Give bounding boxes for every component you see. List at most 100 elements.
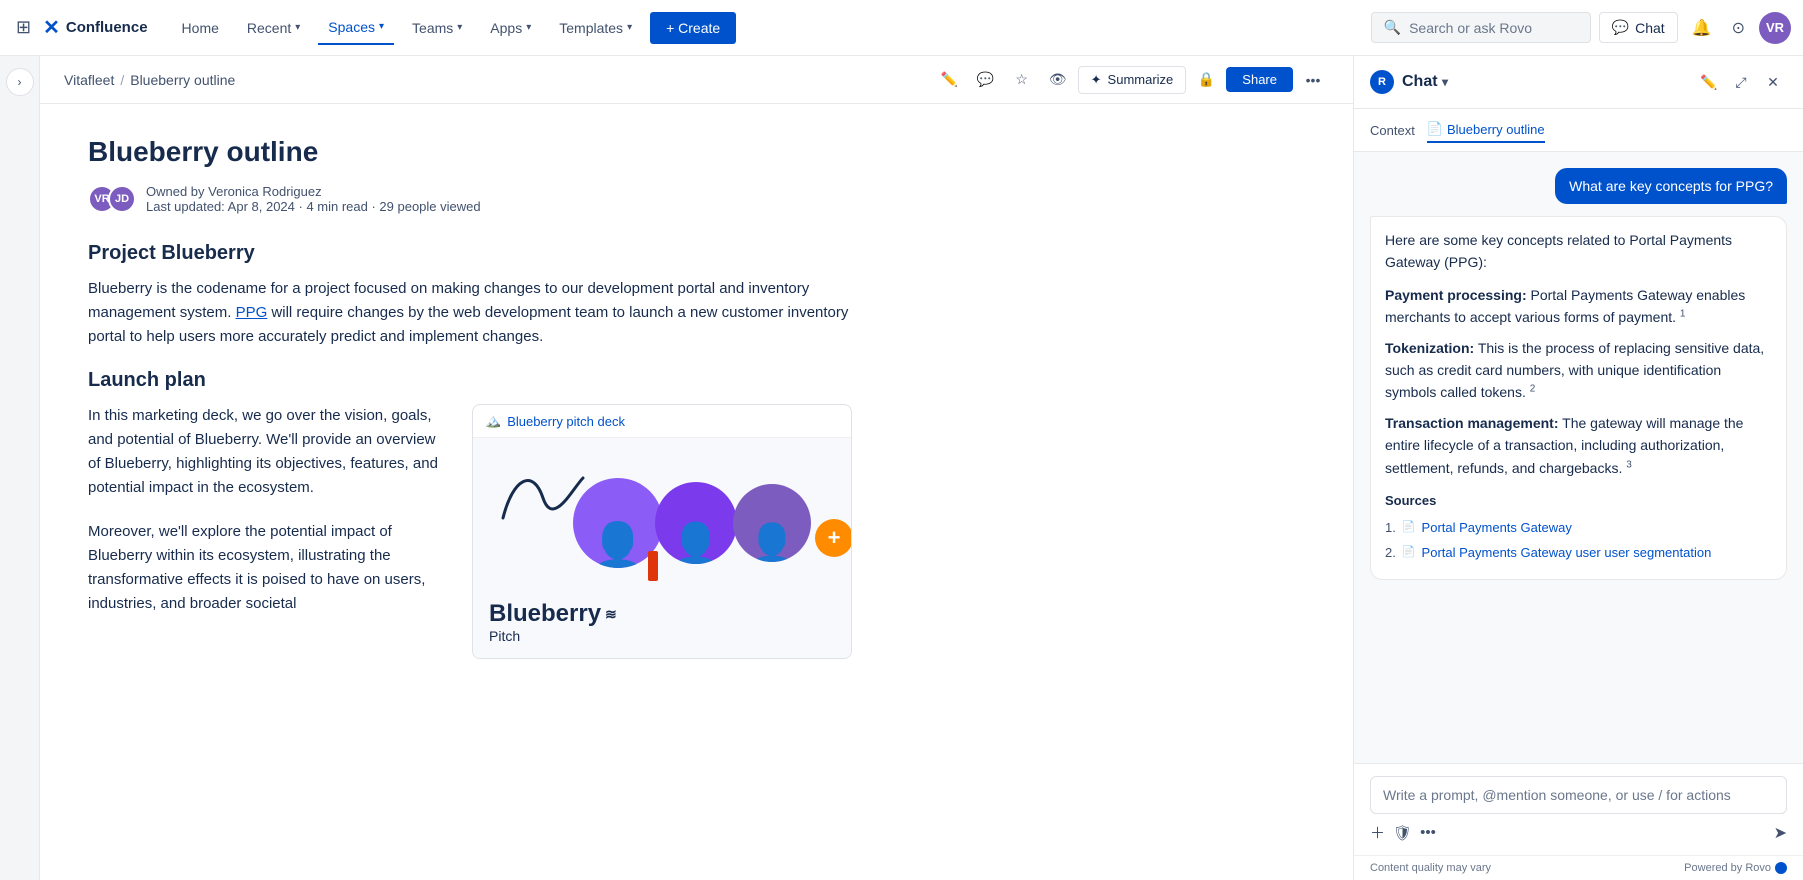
chevron-down-icon: ▾ bbox=[295, 22, 300, 33]
chevron-down-icon: ▾ bbox=[526, 22, 531, 33]
rovo-logo-dot bbox=[1775, 862, 1787, 874]
shield-icon[interactable]: 🛡 bbox=[1393, 824, 1412, 842]
edit-icon[interactable]: ✏️ bbox=[934, 64, 966, 96]
rovo-brand: Powered by Rovo bbox=[1684, 862, 1787, 874]
more-options-icon[interactable]: ••• bbox=[1420, 824, 1436, 841]
summarize-label: Summarize bbox=[1108, 72, 1174, 87]
concept-3: Transaction management: The gateway will… bbox=[1385, 412, 1772, 479]
sidebar-toggle: › bbox=[0, 56, 40, 880]
pitch-card-header: 🏔️ Blueberry pitch deck bbox=[473, 405, 851, 438]
close-icon[interactable]: ✕ bbox=[1759, 68, 1787, 96]
confluence-logo[interactable]: ✕ Confluence bbox=[43, 15, 147, 40]
author-avatars: VR JD bbox=[88, 185, 136, 213]
nav-left: ⊞ ✕ Confluence Home Recent ▾ Spaces ▾ Te… bbox=[12, 11, 1371, 45]
page-meta: Last updated: Apr 8, 2024 · 4 min read ·… bbox=[146, 199, 481, 214]
ai-response-intro: Here are some key concepts related to Po… bbox=[1385, 229, 1772, 274]
author-row: VR JD Owned by Veronica Rodriguez Last u… bbox=[88, 184, 852, 214]
column-right: 🏔️ Blueberry pitch deck bbox=[472, 404, 852, 659]
nav-item-apps[interactable]: Apps ▾ bbox=[480, 12, 541, 44]
chat-button-label: Chat bbox=[1635, 20, 1665, 36]
source-2[interactable]: 2. 📄 Portal Payments Gateway user user s… bbox=[1385, 543, 1772, 564]
expand-icon[interactable]: ⤢ bbox=[1727, 68, 1755, 96]
chat-title-chevron[interactable]: ▾ bbox=[1442, 75, 1448, 89]
sparkle-icon: ✦ bbox=[1091, 72, 1102, 88]
chat-button[interactable]: 💬 Chat bbox=[1599, 12, 1678, 43]
section2-text2: Moreover, we'll explore the potential im… bbox=[88, 520, 448, 616]
pitch-title-text: Blueberry bbox=[489, 600, 601, 628]
search-box[interactable]: 🔍 Search or ask Rovo bbox=[1371, 12, 1591, 43]
view-icon[interactable]: 👁 bbox=[1042, 64, 1074, 96]
share-button[interactable]: Share bbox=[1226, 67, 1293, 92]
source-1-icon: 📄 bbox=[1402, 519, 1416, 537]
ai-message: Here are some key concepts related to Po… bbox=[1370, 216, 1787, 580]
context-tab-label[interactable]: Context bbox=[1370, 119, 1415, 142]
notification-icon[interactable]: 🔔 bbox=[1686, 12, 1718, 44]
chat-messages: What are key concepts for PPG? Here are … bbox=[1354, 152, 1803, 763]
chat-title-text: Chat bbox=[1402, 73, 1438, 90]
chevron-down-icon: ▾ bbox=[627, 22, 632, 33]
search-placeholder: Search or ask Rovo bbox=[1409, 20, 1532, 36]
context-page-name: Blueberry outline bbox=[1447, 122, 1545, 137]
create-button[interactable]: + Create bbox=[650, 12, 736, 44]
pitch-subtitle: Pitch bbox=[489, 628, 617, 644]
edit-chat-icon[interactable]: ✏️ bbox=[1695, 68, 1723, 96]
help-icon[interactable]: ⊙ bbox=[1726, 12, 1751, 44]
nav-item-spaces[interactable]: Spaces ▾ bbox=[318, 11, 394, 45]
red-divider bbox=[648, 551, 658, 581]
section1-title: Project Blueberry bbox=[88, 242, 852, 265]
nav-item-templates[interactable]: Templates ▾ bbox=[549, 12, 642, 44]
nav-item-teams[interactable]: Teams ▾ bbox=[402, 12, 472, 44]
breadcrumb-parent[interactable]: Vitafleet bbox=[64, 72, 114, 88]
add-icon[interactable]: ＋ bbox=[1370, 822, 1385, 843]
chat-icon: 💬 bbox=[1612, 19, 1629, 36]
pitch-illustration: 👤 👤 👤 bbox=[473, 438, 851, 658]
section2-text1: In this marketing deck, we go over the v… bbox=[88, 404, 448, 500]
section2-title: Launch plan bbox=[88, 369, 852, 392]
page-title: Blueberry outline bbox=[88, 136, 852, 168]
nav-item-home[interactable]: Home bbox=[172, 12, 229, 44]
user-message-bubble: What are key concepts for PPG? bbox=[1555, 168, 1787, 204]
top-navigation: ⊞ ✕ Confluence Home Recent ▾ Spaces ▾ Te… bbox=[0, 0, 1803, 56]
chat-header-icons: ✏️ ⤢ ✕ bbox=[1695, 68, 1787, 96]
source-1[interactable]: 1. 📄 Portal Payments Gateway bbox=[1385, 518, 1772, 539]
source-2-icon: 📄 bbox=[1402, 544, 1416, 562]
source-2-num: 2. bbox=[1385, 543, 1396, 564]
star-icon[interactable]: ☆ bbox=[1006, 64, 1038, 96]
sidebar-toggle-button[interactable]: › bbox=[6, 68, 34, 96]
concept-2-term: Tokenization: bbox=[1385, 340, 1474, 356]
pitch-deck-card[interactable]: 🏔️ Blueberry pitch deck bbox=[472, 404, 852, 659]
concept-3-term: Transaction management: bbox=[1385, 415, 1559, 431]
author-label: Owned by Veronica Rodriguez bbox=[146, 184, 481, 199]
concept-3-ref: 3 bbox=[1626, 459, 1632, 470]
more-icon[interactable]: ••• bbox=[1297, 64, 1329, 96]
lock-icon[interactable]: 🔒 bbox=[1190, 64, 1222, 96]
author-avatar-2: JD bbox=[108, 185, 136, 213]
chat-input-area: Write a prompt, @mention someone, or use… bbox=[1354, 763, 1803, 855]
grid-icon[interactable]: ⊞ bbox=[12, 13, 35, 42]
sources-label: Sources bbox=[1385, 491, 1772, 512]
two-column-layout: In this marketing deck, we go over the v… bbox=[88, 404, 852, 659]
summarize-button[interactable]: ✦ Summarize bbox=[1078, 66, 1187, 94]
nav-item-recent[interactable]: Recent ▾ bbox=[237, 12, 310, 44]
ai-message-bubble: Here are some key concepts related to Po… bbox=[1370, 216, 1787, 580]
powered-by-text: Powered by Rovo bbox=[1684, 862, 1771, 874]
breadcrumb: Vitafleet / Blueberry outline bbox=[64, 72, 926, 88]
comment-icon[interactable]: 💬 bbox=[970, 64, 1002, 96]
sources-section: Sources 1. 📄 Portal Payments Gateway 2. … bbox=[1385, 491, 1772, 563]
concept-2-ref: 2 bbox=[1530, 384, 1536, 395]
user-avatar[interactable]: VR bbox=[1759, 12, 1791, 44]
context-tab-page[interactable]: 📄 Blueberry outline bbox=[1427, 117, 1545, 143]
author-info: Owned by Veronica Rodriguez Last updated… bbox=[146, 184, 481, 214]
chevron-down-icon: ▾ bbox=[379, 21, 384, 32]
source-1-num: 1. bbox=[1385, 518, 1396, 539]
ppg-link[interactable]: PPG bbox=[236, 304, 268, 321]
chevron-down-icon: ▾ bbox=[457, 22, 462, 33]
chat-input-box[interactable]: Write a prompt, @mention someone, or use… bbox=[1370, 776, 1787, 814]
send-icon[interactable]: ➤ bbox=[1774, 823, 1787, 843]
toolbar-actions: ✏️ 💬 ☆ 👁 ✦ Summarize 🔒 Share ••• bbox=[934, 64, 1329, 96]
context-bar: Context 📄 Blueberry outline bbox=[1354, 109, 1803, 152]
concept-2: Tokenization: This is the process of rep… bbox=[1385, 337, 1772, 404]
chat-header: R Chat ▾ ✏️ ⤢ ✕ bbox=[1354, 56, 1803, 109]
pitch-card-body: 👤 👤 👤 bbox=[473, 438, 851, 658]
page-icon: 📄 bbox=[1427, 121, 1443, 137]
